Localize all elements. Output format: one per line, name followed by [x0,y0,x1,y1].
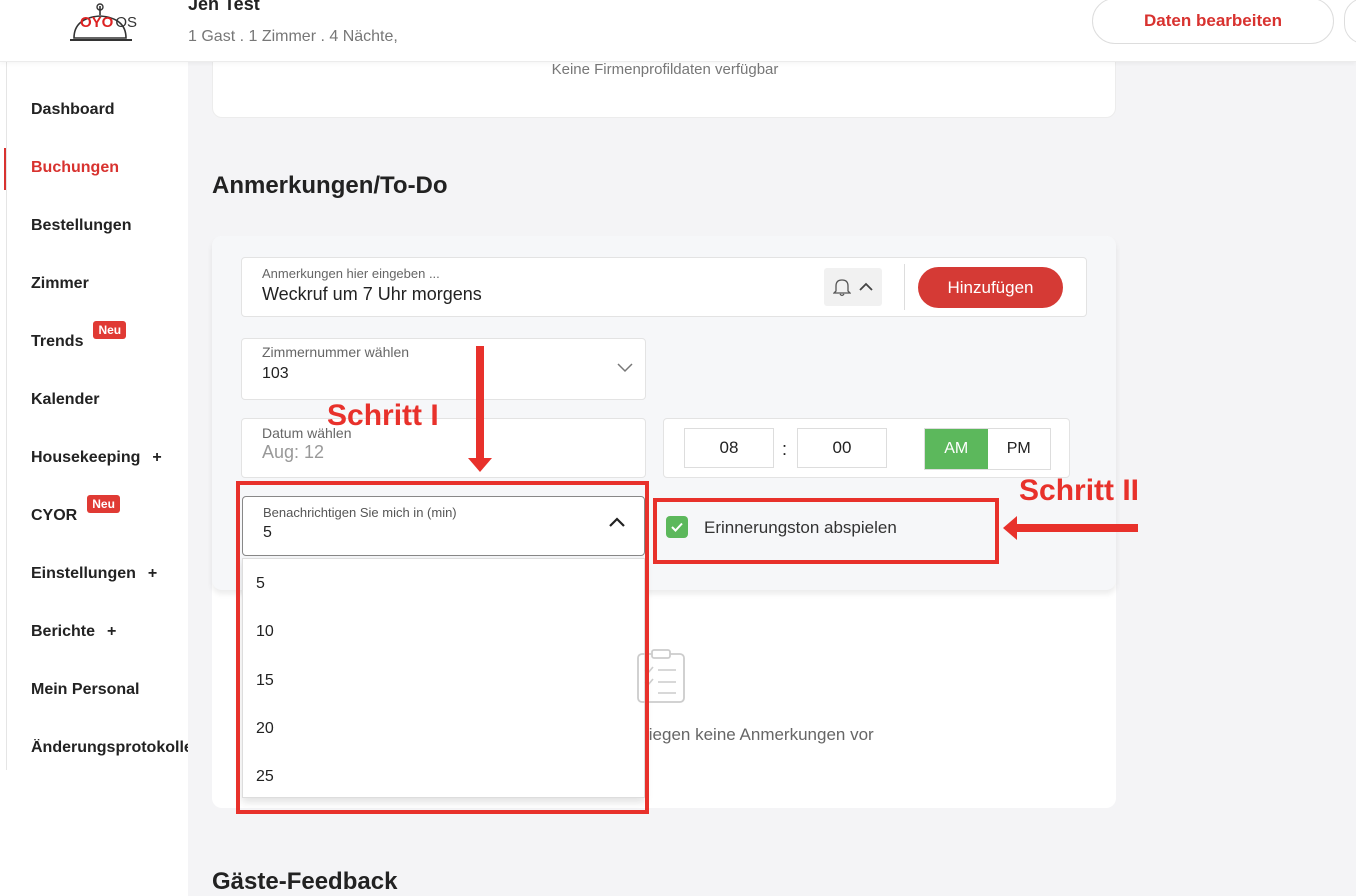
expand-plus-icon[interactable]: + [107,623,116,640]
am-pm-toggle: AM PM [924,428,1051,470]
date-value: Aug: 12 [262,442,325,462]
chevron-up-icon [859,282,873,291]
minute-input[interactable]: 00 [797,428,887,468]
sidebar-item-zimmer[interactable]: Zimmer [31,275,89,293]
sidebar-item-label: Einstellungen [31,565,136,582]
guest-summary: 1 Gast . 1 Zimmer . 4 Nächte, [188,28,398,45]
sidebar-item-label: Bestellungen [31,217,132,234]
sidebar-item-buchungen[interactable]: Buchungen [31,159,119,177]
top-header: OYO OS Jen Test 1 Gast . 1 Zimmer . 4 Näc… [0,0,1356,62]
annotation-arrow-down [476,346,484,460]
sidebar-item-dashboard[interactable]: Dashboard [31,101,115,119]
bell-icon [833,279,851,297]
sidebar-active-indicator [4,148,6,190]
sidebar-item-label: Berichte [31,623,96,640]
room-number-select[interactable]: Zimmernummer wählen 103 [241,338,646,400]
sidebar-item-mein-personal[interactable]: Mein Personal [31,681,139,699]
sidebar-item-label: Trends [31,333,84,350]
reminder-toggle[interactable] [824,268,882,306]
room-number-value: 103 [262,365,289,382]
sidebar-item-housekeeping[interactable]: Housekeeping + [31,449,162,467]
sidebar-item-label: Housekeeping [31,449,141,466]
sidebar-item-label: Buchungen [31,159,119,176]
sidebar-item-kalender[interactable]: Kalender [31,391,99,409]
company-profile-empty-text: Keine Firmenprofildaten verfügbar [551,61,779,78]
sidebar-item-label: Änderungsprotokolle [31,739,188,756]
expand-plus-icon[interactable]: + [148,565,157,582]
add-note-button[interactable]: Hinzufügen [918,267,1063,308]
note-input-value[interactable]: Weckruf um 7 Uhr morgens [262,284,482,305]
secondary-header-button[interactable] [1344,0,1356,44]
date-select[interactable]: Datum wählen Aug: 12 [241,418,646,478]
sidebar-item-einstellungen[interactable]: Einstellungen + [31,565,157,583]
new-badge: Neu [93,321,127,339]
empty-notes-text: liegen keine Anmerkungen vor [645,725,874,744]
brand-os: OS [115,14,138,31]
brand-logo: OYO OS [80,14,137,31]
sidebar-divider [6,62,7,770]
guest-name: Jen Test [188,0,260,14]
sidebar-item-trends[interactable]: Trends Neu [31,321,127,351]
am-button[interactable]: AM [925,429,988,469]
annotation-arrow-left [1016,524,1138,532]
expand-plus-icon[interactable]: + [152,449,161,466]
sidebar-item-label: Mein Personal [31,681,140,698]
annotation-box-step2 [653,498,999,564]
annotation-arrow-down-head [468,458,492,472]
note-input[interactable]: Anmerkungen hier eingeben ... Weckruf um… [241,257,1087,317]
new-badge: Neu [87,495,120,513]
sidebar-item-label: Dashboard [31,101,115,118]
feedback-section-title: Gäste-Feedback [212,868,398,895]
sidebar [0,62,188,896]
edit-data-button[interactable]: Daten bearbeiten [1092,0,1334,44]
room-number-label: Zimmernummer wählen [262,344,410,360]
time-colon: : [782,439,788,459]
chevron-down-icon [617,363,633,373]
hour-input[interactable]: 08 [684,428,774,468]
notes-section-title: Anmerkungen/To-Do [212,172,448,199]
sidebar-item-cyor[interactable]: CYOR Neu [31,495,120,525]
annotation-box-step1 [236,481,649,814]
brand-oyo: OYO [80,14,114,31]
note-input-label: Anmerkungen hier eingeben ... [262,266,440,281]
sidebar-item-berichte[interactable]: Berichte + [31,623,116,641]
sidebar-item-bestellungen[interactable]: Bestellungen [31,217,131,235]
sidebar-item-label: Kalender [31,391,100,408]
annotation-arrow-left-head [1003,516,1017,540]
sidebar-item-label: Zimmer [31,275,89,292]
sidebar-item-aenderungsprotokolle[interactable]: Änderungsprotokolle [31,739,188,757]
annotation-label-step1: Schritt I [327,399,439,432]
annotation-label-step2: Schritt II [1019,474,1140,507]
time-picker: 08 : 00 AM PM [663,418,1070,478]
input-divider [904,264,905,310]
pm-button[interactable]: PM [988,429,1051,469]
sidebar-item-label: CYOR [31,507,78,524]
